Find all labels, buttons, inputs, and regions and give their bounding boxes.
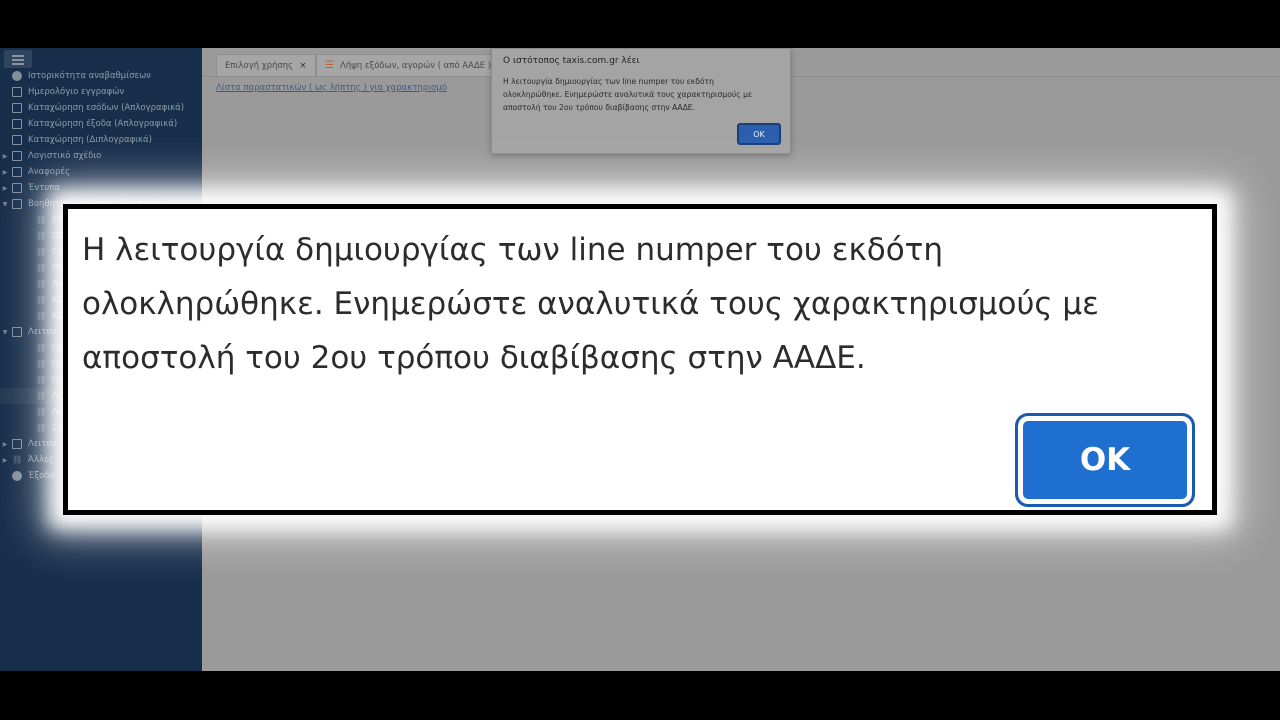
sidebar-item-expense-entry[interactable]: Καταχώρηση έξοδα (Απλογραφικά) xyxy=(0,116,202,132)
chevron-right-icon: ▶ xyxy=(2,168,8,176)
alert-ok-button[interactable]: OK xyxy=(737,123,781,145)
sidebar-item-label: Λειτου xyxy=(28,439,57,449)
list-icon xyxy=(12,327,22,337)
link-icon: ⛓ xyxy=(36,343,47,352)
tab-year-selection[interactable]: Επιλογή χρήσης × xyxy=(216,54,316,76)
tab-label: Λήψη εξόδων, αγορών ( από ΑΑΔΕ ) xyxy=(339,60,492,71)
sidebar-item-label: ΚΕ xyxy=(52,311,63,321)
sidebar-item-label: Αναφορές xyxy=(28,167,70,177)
exit-icon xyxy=(12,471,22,481)
sidebar-item-label: Λειτου xyxy=(28,327,57,337)
link-icon: ⛓ xyxy=(36,391,47,400)
sidebar-item-label: Λι xyxy=(52,391,61,401)
link-icon: ⛓ xyxy=(36,295,47,304)
link-icon: ⛓ xyxy=(36,263,47,272)
link-icon: ⛓ xyxy=(36,215,47,224)
edit-icon xyxy=(12,103,22,113)
sidebar-item-double-entry[interactable]: Καταχώρηση (Διπλογραφικά) xyxy=(0,132,202,148)
chevron-right-icon: ▶ xyxy=(2,184,8,192)
chevron-right-icon: ▶ xyxy=(2,152,8,160)
sidebar-item-forms[interactable]: ▶ Έντυπα xyxy=(0,180,202,196)
sidebar-item-label: Καταχώρηση εσόδων (Απλογραφικά) xyxy=(28,103,185,113)
tab-label: Επιλογή χρήσης xyxy=(225,60,294,71)
sidebar-item-label: Λογιστικό σχέδιο xyxy=(28,151,102,161)
sidebar-item-label: Πι xyxy=(52,359,62,369)
sidebar-item-reports[interactable]: ▶ Αναφορές xyxy=(0,164,202,180)
sidebar-item-label: Ετ xyxy=(52,215,63,225)
video-frame: Ιστορικότητα αναβαθμίσεων Ημερολόγιο εγγ… xyxy=(0,0,1280,720)
sidebar-item-label: Πι xyxy=(52,375,62,385)
sidebar-item-label: Λε xyxy=(52,407,63,417)
invoice-list-link[interactable]: Λίστα παραστατικών ( ως λήπτης ) για χαρ… xyxy=(216,83,447,93)
link-icon: ⛓ xyxy=(12,455,23,464)
tab-expense-import[interactable]: ☰ Λήψη εξόδων, αγορών ( από ΑΑΔΕ ) × xyxy=(316,54,505,76)
sidebar-item-label: Απ xyxy=(52,279,63,289)
link-icon: ⛓ xyxy=(36,423,47,432)
sidebar-item-label: Έντυπα xyxy=(28,183,60,193)
link-icon: ⛓ xyxy=(36,247,47,256)
close-icon[interactable]: × xyxy=(299,61,307,71)
chevron-down-icon: ▼ xyxy=(2,200,8,208)
list-icon xyxy=(12,87,22,97)
edit-icon xyxy=(12,135,22,145)
list-icon xyxy=(12,439,22,449)
chevron-right-icon: ▶ xyxy=(2,456,8,464)
book-icon xyxy=(12,183,22,193)
browser-alert-dialog: Ο ιστότοπος taxis.com.gr λέει Η λειτουργ… xyxy=(491,48,791,154)
sidebar-item-label: Άλλες xyxy=(28,455,54,465)
zoomed-alert-message: Η λειτουργία δημιουργίας των line numper… xyxy=(82,232,1099,376)
list-icon: ☰ xyxy=(325,60,334,71)
zoomed-alert-callout: Η λειτουργία δημιουργίας των line numper… xyxy=(63,204,1217,515)
sidebar-item-label: Καταχώρηση έξοδα (Απλογραφικά) xyxy=(28,119,178,129)
link-icon: ⛓ xyxy=(36,279,47,288)
sidebar-item-label: Ημερολόγιο εγγραφών xyxy=(28,87,125,97)
sidebar-item-label: Ετ xyxy=(52,247,63,257)
sidebar-item-label: Έξοδο xyxy=(28,471,55,481)
sidebar-item-label: Ιστορικότητα αναβαθμίσεων xyxy=(28,71,151,81)
edit-icon xyxy=(12,167,22,177)
link-icon: ⛓ xyxy=(36,375,47,384)
chevron-right-icon: ▶ xyxy=(2,440,8,448)
link-icon: ⛓ xyxy=(36,231,47,240)
alert-message: Η λειτουργία δημιουργίας των line numper… xyxy=(503,77,753,112)
sidebar-item-label: Καταχώρηση (Διπλογραφικά) xyxy=(28,135,152,145)
sidebar-item-label: ΚΕ xyxy=(52,295,63,305)
alert-title: Ο ιστότοπος taxis.com.gr λέει xyxy=(503,56,640,66)
chevron-down-icon: ▼ xyxy=(2,328,8,336)
info-icon xyxy=(12,71,22,81)
sidebar-item-label: Συ xyxy=(52,423,63,433)
link-icon: ⛓ xyxy=(36,311,47,320)
sidebar-item-income-entry[interactable]: Καταχώρηση εσόδων (Απλογραφικά) xyxy=(0,100,202,116)
zoomed-ok-button[interactable]: OK xyxy=(1015,413,1195,507)
sidebar-item-journal[interactable]: Ημερολόγιο εγγραφών xyxy=(0,84,202,100)
menu-toggle-icon[interactable] xyxy=(4,50,32,68)
sidebar-item-chart-of-accounts[interactable]: ▶ Λογιστικό σχέδιο xyxy=(0,148,202,164)
sidebar-item-update-history[interactable]: Ιστορικότητα αναβαθμίσεων xyxy=(0,68,202,84)
list-icon xyxy=(12,199,22,209)
link-icon: ⛓ xyxy=(36,359,47,368)
link-icon: ⛓ xyxy=(36,407,47,416)
edit-icon xyxy=(12,151,22,161)
edit-icon xyxy=(12,119,22,129)
